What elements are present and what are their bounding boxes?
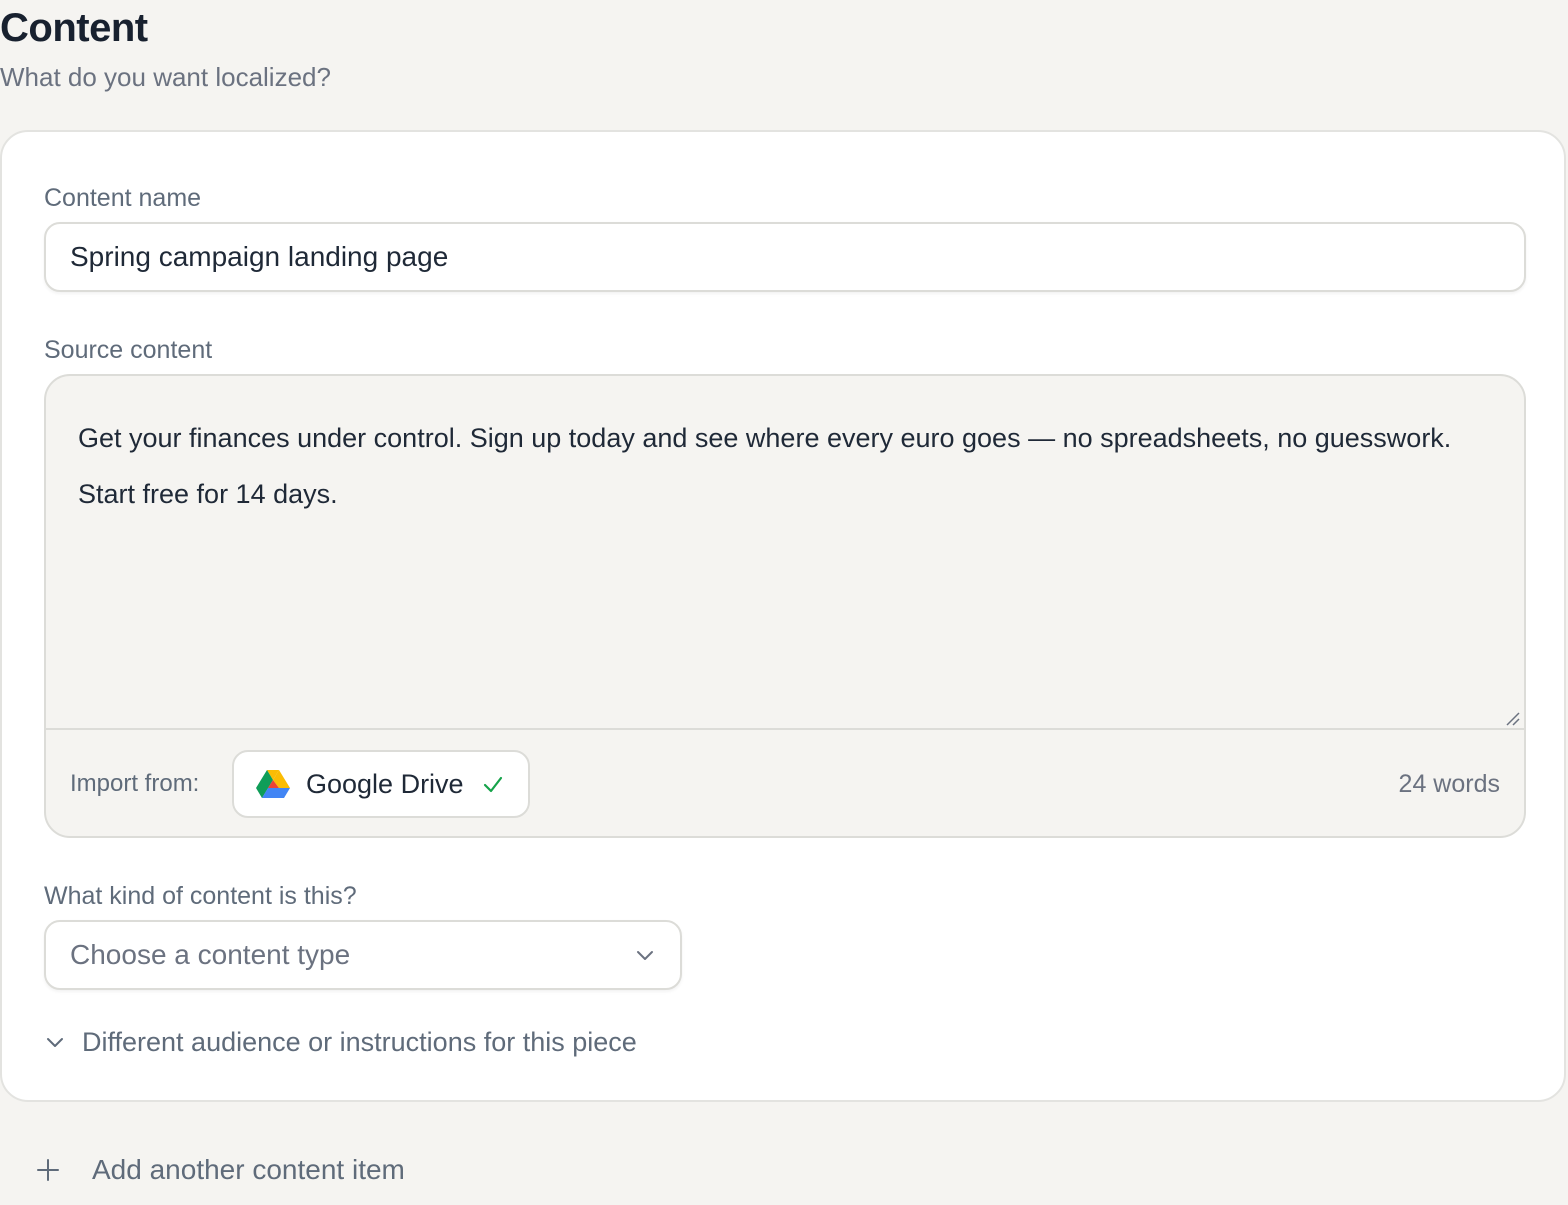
google-drive-import-button[interactable]: Google Drive (232, 750, 530, 818)
source-content-box: Get your finances under control. Sign up… (44, 374, 1526, 838)
content-name-label: Content name (44, 184, 202, 212)
audience-instructions-toggle[interactable]: Different audience or instructions for t… (44, 1024, 637, 1060)
add-content-item-label: Add another content item (92, 1154, 405, 1185)
google-drive-label: Google Drive (306, 768, 464, 799)
import-from-label: Import from: (70, 770, 200, 797)
content-item-card: Content name Source content Get your fin… (0, 130, 1566, 1102)
chevron-down-icon (44, 1031, 66, 1053)
chevron-down-icon (634, 944, 656, 966)
google-drive-icon (256, 769, 290, 799)
content-type-placeholder: Choose a content type (70, 939, 351, 970)
section-subtitle: What do you want localized? (0, 62, 331, 92)
add-content-item-button[interactable]: Add another content item (34, 1150, 405, 1190)
content-name-input[interactable] (44, 222, 1526, 292)
source-content-label: Source content (44, 336, 213, 364)
content-page: Content What do you want localized? Cont… (0, 0, 1568, 1205)
resize-handle-icon[interactable] (1504, 710, 1520, 726)
content-type-label: What kind of content is this? (44, 882, 357, 910)
source-footer: Import from: Google Drive 24 words (46, 730, 1524, 836)
check-icon (482, 773, 504, 795)
section-title: Content (0, 6, 148, 50)
word-count: 24 words (1398, 770, 1500, 798)
content-type-select[interactable]: Choose a content type (44, 920, 682, 990)
plus-icon (34, 1156, 62, 1184)
source-content-textarea[interactable]: Get your finances under control. Sign up… (46, 376, 1524, 728)
audience-instructions-label: Different audience or instructions for t… (82, 1026, 637, 1057)
